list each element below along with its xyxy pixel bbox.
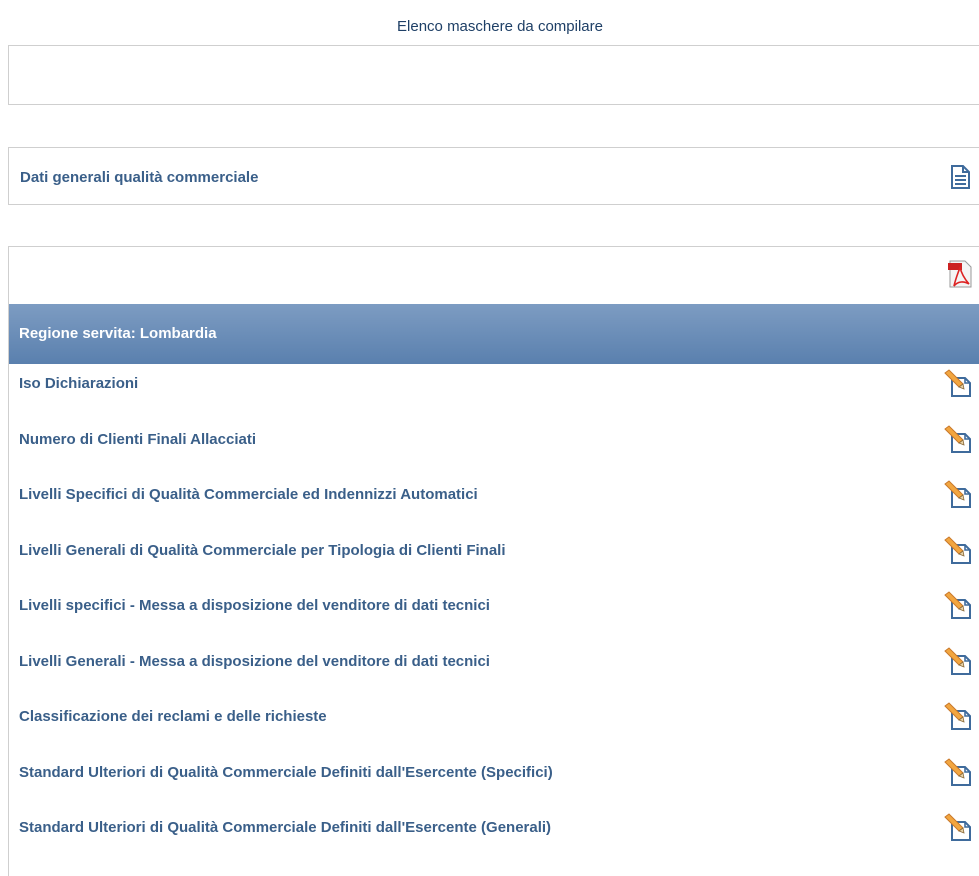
list-item-label[interactable]: Classificazione dei reclami e delle rich… bbox=[19, 708, 327, 725]
document-icon[interactable] bbox=[949, 165, 971, 189]
list-item[interactable]: Numero di Clienti Finali Allacciati bbox=[9, 420, 979, 475]
pdf-icon[interactable] bbox=[946, 259, 974, 289]
general-data-panel: Dati generali qualità commerciale bbox=[8, 147, 979, 205]
list-item[interactable]: Livelli Generali - Messa a disposizione … bbox=[9, 642, 979, 697]
edit-icon[interactable] bbox=[943, 701, 973, 731]
list-item-label[interactable]: Standard Ulteriori di Qualità Commercial… bbox=[19, 764, 553, 781]
list-item-label[interactable]: Livelli Specifici di Qualità Commerciale… bbox=[19, 486, 478, 503]
edit-icon[interactable] bbox=[943, 424, 973, 454]
edit-icon[interactable] bbox=[943, 479, 973, 509]
list-item-label[interactable]: Iso Dichiarazioni bbox=[19, 375, 138, 392]
list-item[interactable]: Standard Ulteriori di Qualità Commercial… bbox=[9, 808, 979, 863]
empty-panel bbox=[8, 45, 979, 105]
list-item-label[interactable]: Livelli specifici - Messa a disposizione… bbox=[19, 597, 490, 614]
edit-icon[interactable] bbox=[943, 757, 973, 787]
list-item[interactable]: Livelli Generali di Qualità Commerciale … bbox=[9, 531, 979, 586]
list-item[interactable]: Classificazione dei reclami e delle rich… bbox=[9, 697, 979, 752]
page-title: Elenco maschere da compilare bbox=[397, 18, 603, 35]
list-item[interactable]: Livelli Specifici di Qualità Commerciale… bbox=[9, 475, 979, 530]
edit-icon[interactable] bbox=[943, 646, 973, 676]
general-data-label[interactable]: Dati generali qualità commerciale bbox=[20, 169, 258, 186]
list-item-label[interactable]: Livelli Generali di Qualità Commerciale … bbox=[19, 542, 506, 559]
list-item[interactable]: Iso Dichiarazioni bbox=[9, 364, 979, 419]
edit-icon[interactable] bbox=[943, 368, 973, 398]
forms-list-panel: Regione servita: Lombardia Iso Dichiaraz… bbox=[8, 246, 979, 876]
list-item-label[interactable]: Livelli Generali - Messa a disposizione … bbox=[19, 653, 490, 670]
edit-icon[interactable] bbox=[943, 590, 973, 620]
list-item-label[interactable]: Standard Ulteriori di Qualità Commercial… bbox=[19, 819, 551, 836]
edit-icon[interactable] bbox=[943, 535, 973, 565]
list-item[interactable]: Livelli specifici - Messa a disposizione… bbox=[9, 586, 979, 641]
region-header-label: Regione servita: Lombardia bbox=[19, 325, 217, 342]
region-header: Regione servita: Lombardia bbox=[9, 304, 979, 364]
list-item[interactable]: Standard Ulteriori di Qualità Commercial… bbox=[9, 753, 979, 808]
list-item-label[interactable]: Numero di Clienti Finali Allacciati bbox=[19, 431, 256, 448]
edit-icon[interactable] bbox=[943, 812, 973, 842]
